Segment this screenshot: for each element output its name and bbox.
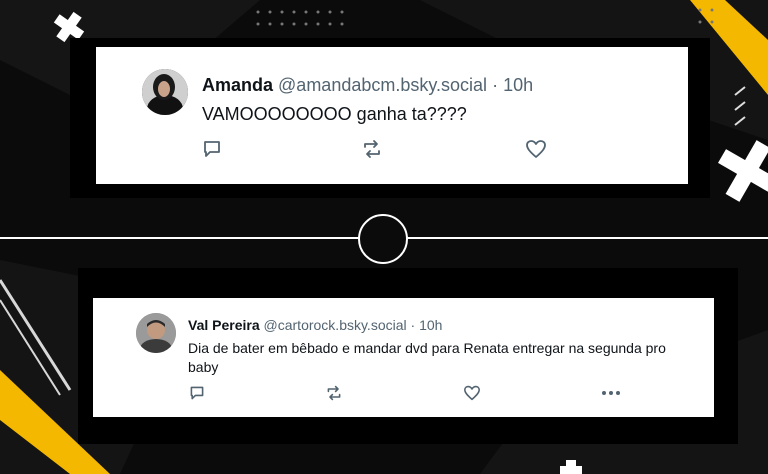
reply-icon <box>204 141 220 157</box>
divider-circle-icon <box>358 214 408 264</box>
post-text: Dia de bater em bêbado e mandar dvd para… <box>188 340 666 375</box>
repost-icon <box>364 140 380 158</box>
post-card-amanda[interactable]: Amanda @amandabcm.bsky.social · 10h VAMO… <box>96 47 688 184</box>
post-header: Val Pereira @cartorock.bsky.social · 10h <box>188 317 442 333</box>
reply-icon <box>190 386 204 400</box>
handle[interactable]: @amandabcm.bsky.social <box>278 75 487 95</box>
like-icon <box>464 385 480 401</box>
display-name[interactable]: Amanda <box>202 75 273 95</box>
display-name[interactable]: Val Pereira <box>188 317 260 333</box>
like-button[interactable] <box>462 384 482 402</box>
like-icon <box>526 140 546 158</box>
repost-icon <box>327 385 341 401</box>
post-header: Amanda @amandabcm.bsky.social · 10h <box>202 75 533 96</box>
handle[interactable]: @cartorock.bsky.social <box>264 317 407 333</box>
avatar[interactable] <box>136 313 176 353</box>
repost-button[interactable] <box>324 384 344 402</box>
timestamp[interactable]: 10h <box>503 75 533 95</box>
separator: · <box>492 75 499 95</box>
avatar-photo-icon <box>136 313 176 353</box>
post-card-val-pereira[interactable]: Val Pereira @cartorock.bsky.social · 10h… <box>93 298 714 417</box>
more-options-button[interactable] <box>600 384 622 402</box>
repost-button[interactable] <box>360 137 384 161</box>
post-text: VAMOOOOOOOO ganha ta???? <box>202 104 467 124</box>
avatar-photo-icon <box>142 69 188 115</box>
like-button[interactable] <box>524 137 548 161</box>
more-icon <box>602 391 620 395</box>
avatar[interactable] <box>142 69 188 115</box>
separator: · <box>410 317 416 333</box>
reply-button[interactable] <box>187 384 207 402</box>
timestamp[interactable]: 10h <box>419 317 442 333</box>
reply-button[interactable] <box>200 137 224 161</box>
